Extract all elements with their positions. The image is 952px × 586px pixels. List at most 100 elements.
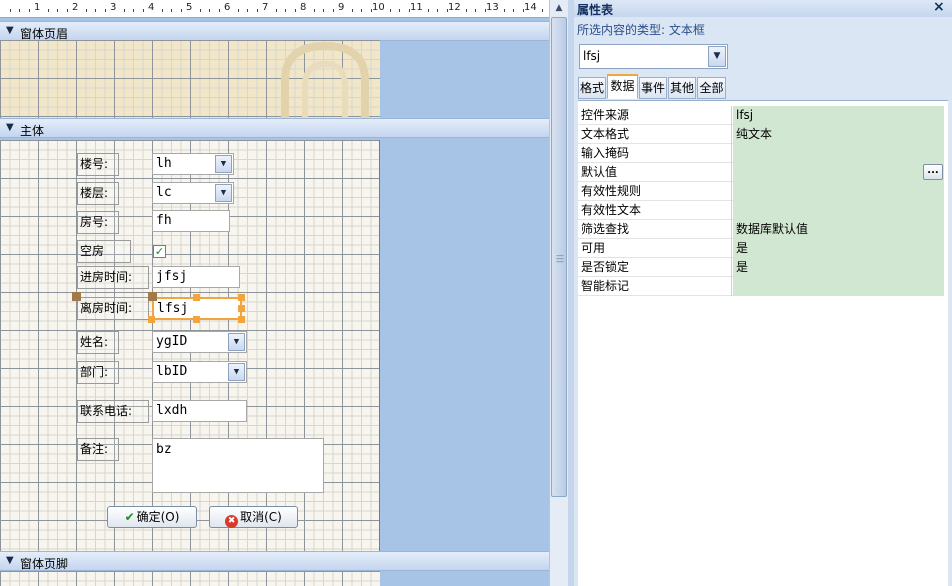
property-value[interactable]: [733, 277, 944, 296]
ruler-tick: [218, 9, 220, 12]
property-value[interactable]: [733, 182, 944, 201]
ruler-tick: [351, 9, 353, 12]
ruler-tick: [180, 9, 182, 12]
form-right-edge[interactable]: [379, 140, 380, 552]
ruler-tick: [427, 9, 429, 12]
ruler-tick: [285, 9, 286, 12]
name-combo[interactable]: ygID ▼: [152, 331, 247, 353]
property-name: 智能标记: [578, 277, 732, 296]
ruler-number: 6: [224, 2, 231, 13]
ruler-tick: [513, 9, 514, 12]
label-dept[interactable]: 部门:: [77, 361, 119, 384]
chevron-down-icon[interactable]: ▼: [228, 363, 245, 381]
cancel-button[interactable]: ✖ 取消(C): [209, 506, 298, 528]
property-row[interactable]: 有效性文本: [578, 201, 944, 220]
property-row[interactable]: 可用 是: [578, 239, 944, 258]
ruler-tick: [408, 9, 410, 12]
section-bar-detail[interactable]: ▼ 主体: [0, 118, 549, 138]
tab-all[interactable]: 全部: [697, 77, 726, 99]
cancel-icon: ✖: [225, 515, 239, 528]
dept-combo-value: lbID: [156, 364, 188, 379]
ok-button[interactable]: ✔ 确定(O): [107, 506, 197, 528]
ruler-tick: [361, 9, 362, 12]
property-row[interactable]: 控件来源 lfsj: [578, 106, 944, 125]
floor-combo-value: lc: [156, 185, 172, 200]
label-room[interactable]: 房号:: [77, 211, 119, 234]
label-floor[interactable]: 楼层:: [77, 182, 119, 205]
form-header-area[interactable]: [0, 40, 380, 118]
property-row[interactable]: 是否锁定 是: [578, 258, 944, 277]
section-bar-header[interactable]: ▼ 窗体页眉: [0, 21, 549, 41]
section-arrow-icon: ▼: [6, 555, 14, 566]
label-phone[interactable]: 联系电话:: [77, 400, 149, 423]
property-value[interactable]: 纯文本: [733, 125, 944, 144]
room-textbox[interactable]: fh: [152, 210, 230, 232]
resize-handle[interactable]: [238, 305, 245, 312]
tab-other[interactable]: 其他: [668, 77, 696, 99]
horizontal-ruler: 1 2 3 4 5 6 7 8 9 10 11 12 13 14: [0, 0, 549, 18]
resize-handle[interactable]: [193, 294, 200, 301]
tab-data[interactable]: 数据: [607, 74, 638, 99]
label-vacant[interactable]: 空房: [77, 240, 131, 263]
form-footer-area[interactable]: [0, 571, 380, 586]
property-value[interactable]: [733, 163, 944, 182]
resize-handle[interactable]: [193, 316, 200, 323]
property-row[interactable]: 默认值 ...: [578, 163, 944, 182]
chevron-down-icon[interactable]: ▼: [228, 333, 245, 351]
property-value[interactable]: 是: [733, 239, 944, 258]
move-handle[interactable]: [72, 292, 81, 301]
ruler-tick: [475, 9, 476, 12]
floor-combo[interactable]: lc ▼: [152, 182, 234, 204]
chevron-down-icon[interactable]: ▼: [708, 46, 726, 67]
property-row[interactable]: 筛选查找 数据库默认值: [578, 220, 944, 239]
ruler-tick: [370, 9, 372, 12]
resize-handle[interactable]: [238, 316, 245, 323]
resize-handle[interactable]: [238, 294, 245, 301]
ruler-tick: [66, 9, 68, 12]
property-value[interactable]: [733, 201, 944, 220]
label-checkout-time[interactable]: 离房时间:: [77, 297, 149, 320]
property-value[interactable]: 数据库默认值: [733, 220, 944, 239]
property-name: 有效性规则: [578, 182, 732, 201]
close-icon[interactable]: ×: [933, 0, 945, 15]
ruler-tick: [123, 9, 125, 12]
vertical-scrollbar[interactable]: ▲ — — —: [549, 0, 568, 586]
selection-type-label: 所选内容的类型: 文本框: [577, 23, 705, 37]
property-row[interactable]: 有效性规则: [578, 182, 944, 201]
property-row[interactable]: 文本格式 纯文本: [578, 125, 944, 144]
property-value[interactable]: 是: [733, 258, 944, 277]
cancel-button-label: 取消(C): [240, 510, 282, 524]
dept-combo[interactable]: lbID ▼: [152, 361, 247, 383]
tab-format[interactable]: 格式: [578, 77, 606, 99]
move-handle[interactable]: [148, 292, 157, 301]
object-selector-combo[interactable]: lfsj ▼: [579, 44, 728, 69]
chevron-down-icon[interactable]: ▼: [215, 184, 232, 202]
ruler-number: 13: [486, 2, 499, 13]
resize-handle[interactable]: [148, 316, 155, 323]
label-name[interactable]: 姓名:: [77, 331, 119, 354]
building-combo[interactable]: lh ▼: [152, 153, 234, 175]
ruler-tick: [332, 9, 334, 12]
property-value[interactable]: [733, 144, 944, 163]
building-combo-value: lh: [156, 156, 172, 171]
chevron-down-icon[interactable]: ▼: [215, 155, 232, 173]
scroll-up-icon[interactable]: ▲: [551, 0, 567, 17]
note-textbox[interactable]: bz: [152, 438, 324, 493]
ruler-tick: [541, 9, 543, 12]
vacant-checkbox[interactable]: ✓: [153, 245, 166, 258]
ruler-tick: [313, 9, 315, 12]
phone-textbox[interactable]: lxdh: [152, 400, 247, 422]
section-bar-footer[interactable]: ▼ 窗体页脚: [0, 551, 549, 571]
scrollbar-thumb[interactable]: — — —: [551, 17, 567, 497]
label-checkin-time[interactable]: 进房时间:: [77, 266, 149, 289]
property-name: 控件来源: [578, 106, 732, 125]
property-row[interactable]: 智能标记: [578, 277, 944, 296]
label-building[interactable]: 楼号:: [77, 153, 119, 176]
checkin-time-textbox[interactable]: jfsj: [152, 266, 240, 288]
tab-event[interactable]: 事件: [639, 77, 667, 99]
label-note[interactable]: 备注:: [77, 438, 119, 461]
property-value[interactable]: lfsj: [733, 106, 944, 125]
property-row[interactable]: 输入掩码: [578, 144, 944, 163]
builder-button[interactable]: ...: [923, 164, 943, 180]
ruler-number: 5: [186, 2, 193, 13]
